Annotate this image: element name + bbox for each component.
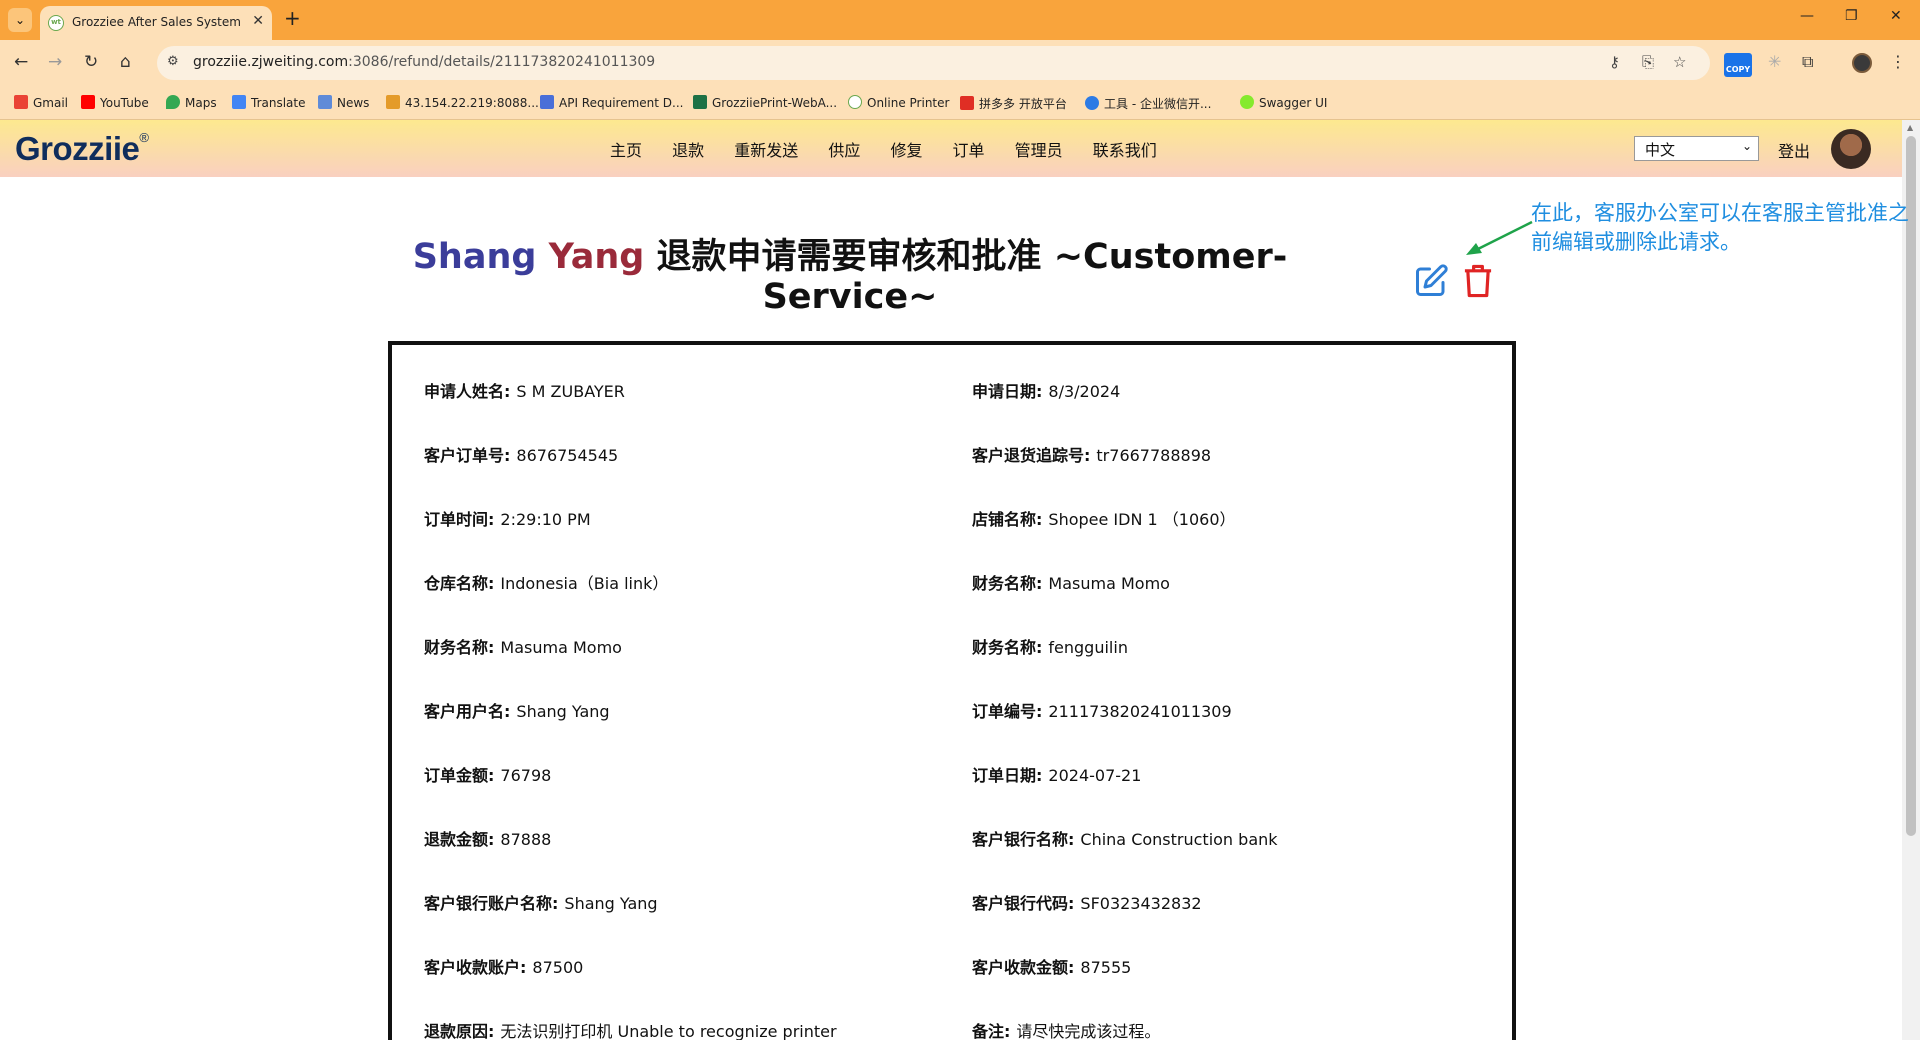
maps-icon — [166, 95, 180, 109]
pinduoduo-icon — [960, 96, 974, 110]
youtube-icon — [81, 95, 95, 109]
tab-close-icon[interactable]: ✕ — [252, 13, 264, 29]
detail-finance-name: 财务名称: Masuma Momo — [972, 574, 1170, 593]
chevron-down-icon: ⌄ — [1741, 139, 1752, 153]
detail-receiving-amount: 客户收款金额: 87555 — [972, 958, 1132, 977]
nav-item-orders[interactable]: 订单 — [953, 141, 985, 160]
extension-loading-icon[interactable]: ✳ — [1768, 52, 1781, 71]
url-text[interactable]: grozziie.zjweiting.com:3086/refund/detai… — [193, 54, 655, 70]
nav-item-admin[interactable]: 管理员 — [1015, 141, 1063, 160]
bookmark-star-icon[interactable]: ☆ — [1673, 53, 1686, 71]
detail-order-time: 订单时间: 2:29:10 PM — [424, 510, 591, 529]
news-icon — [318, 95, 332, 109]
home-icon[interactable]: ⌂ — [120, 52, 131, 72]
title-text: 退款申请需要审核和批准 ~Customer-Service~ — [656, 237, 1288, 317]
bookmark-grozziieprint[interactable]: GrozziiePrint-WebA... — [693, 95, 837, 110]
detail-shop-name: 店铺名称: Shopee IDN 1 （1060） — [972, 510, 1236, 529]
nav-item-repair[interactable]: 修复 — [890, 141, 922, 160]
nav-item-home[interactable]: 主页 — [610, 141, 642, 160]
detail-customer-order-no: 客户订单号: 8676754545 — [424, 446, 619, 465]
bookmarks-bar: Gmail YouTube Maps Translate News 43.154… — [0, 86, 1920, 120]
detail-application-date: 申请日期: 8/3/2024 — [972, 382, 1121, 401]
page-scrollbar[interactable]: ▲ — [1902, 120, 1920, 1040]
translate-icon — [232, 95, 246, 109]
trash-icon[interactable] — [1462, 263, 1494, 299]
annotation-arrow-icon — [1466, 220, 1533, 255]
swagger-icon — [1240, 95, 1254, 109]
detail-remark: 备注: 请尽快完成该过程。 — [972, 1022, 1161, 1040]
detail-order-amount: 订单金额: 76798 — [424, 766, 552, 785]
copy-extension-icon[interactable]: COPY — [1724, 53, 1752, 77]
applicant-first-name: Shang — [412, 237, 537, 277]
tab-favicon-icon: wt — [48, 15, 64, 31]
detail-refund-amount: 退款金额: 87888 — [424, 830, 552, 849]
printer-site-icon — [848, 95, 862, 109]
password-key-icon[interactable]: ⚷ — [1609, 53, 1620, 71]
excel-icon — [693, 95, 707, 109]
detail-return-tracking-no: 客户退货追踪号: tr7667788898 — [972, 446, 1212, 465]
scroll-up-icon[interactable]: ▲ — [1907, 123, 1913, 132]
extensions-puzzle-icon[interactable]: ⧉ — [1802, 52, 1813, 72]
language-select[interactable]: 中文 ⌄ — [1634, 136, 1759, 161]
bookmark-swagger[interactable]: Swagger UI — [1240, 95, 1327, 110]
annotation-note: 在此，客服办公室可以在客服主管批准之前编辑或删除此请求。 — [1531, 201, 1909, 254]
detail-order-date: 订单日期: 2024-07-21 — [972, 766, 1142, 785]
detail-customer-username: 客户用户名: Shang Yang — [424, 702, 610, 721]
window-close-icon[interactable]: ✕ — [1890, 8, 1902, 24]
tab-search-button[interactable]: ⌄ — [8, 8, 32, 32]
detail-bank-name: 客户银行名称: China Construction bank — [972, 830, 1278, 849]
browser-tab[interactable]: wt Grozziee After Sales System ✕ — [40, 6, 272, 40]
detail-bank-account-name: 客户银行账户名称: Shang Yang — [424, 894, 658, 913]
restore-icon[interactable]: ❐ — [1845, 8, 1858, 24]
bookmark-online-printer[interactable]: Online Printer — [848, 95, 949, 110]
gmail-icon — [14, 95, 28, 109]
brand-logo[interactable]: Grozziie® — [15, 130, 149, 168]
bookmark-news[interactable]: News — [318, 95, 369, 110]
main-nav: 主页 退款 重新发送 供应 修复 订单 管理员 联系我们 — [610, 137, 1182, 161]
page-title: Shang Yang 退款申请需要审核和批准 ~Customer-Service… — [400, 237, 1300, 317]
site-info-icon[interactable]: ⚙ — [167, 54, 179, 69]
detail-order-number: 订单编号: 211173820241011309 — [972, 702, 1232, 721]
bookmark-gmail[interactable]: Gmail — [14, 95, 68, 110]
browser-menu-icon[interactable]: ⋮ — [1890, 52, 1906, 71]
browser-tab-strip: ⌄ wt Grozziee After Sales System ✕ + — ❐… — [0, 0, 1920, 40]
detail-finance-name-3: 财务名称: fengguilin — [972, 638, 1128, 657]
detail-refund-reason: 退款原因: 无法识别打印机 Unable to recognize printer — [424, 1022, 837, 1040]
bookmark-pinduoduo[interactable]: 拼多多 开放平台 — [960, 95, 1067, 112]
bookmark-maps[interactable]: Maps — [166, 95, 217, 110]
back-icon[interactable]: ← — [14, 52, 28, 72]
detail-receiving-account: 客户收款账户: 87500 — [424, 958, 584, 977]
nav-item-supply[interactable]: 供应 — [828, 141, 860, 160]
browser-toolbar: ← → ↻ ⌂ ⚙ grozziie.zjweiting.com:3086/re… — [0, 40, 1920, 86]
nav-item-contact[interactable]: 联系我们 — [1093, 141, 1157, 160]
refund-details-card: 申请人姓名: S M ZUBAYER 申请日期: 8/3/2024 客户订单号: 86… — [388, 341, 1516, 1040]
wecom-icon — [1085, 96, 1099, 110]
doc-icon — [540, 95, 554, 109]
minimize-icon[interactable]: — — [1800, 8, 1814, 24]
app-header: Grozziie® 主页 退款 重新发送 供应 修复 订单 管理员 联系我们 中… — [0, 120, 1902, 177]
install-app-icon[interactable]: ⎘ — [1642, 53, 1654, 71]
bookmark-wecom[interactable]: 工具 - 企业微信开... — [1085, 95, 1211, 112]
logout-button[interactable]: 登出 — [1778, 138, 1810, 162]
reload-icon[interactable]: ↻ — [84, 52, 98, 72]
nav-item-resend[interactable]: 重新发送 — [734, 141, 798, 160]
edit-icon[interactable] — [1413, 263, 1449, 299]
detail-applicant-name: 申请人姓名: S M ZUBAYER — [424, 382, 625, 401]
address-bar[interactable]: ⚙ grozziie.zjweiting.com:3086/refund/det… — [157, 46, 1710, 80]
bookmark-api-doc[interactable]: API Requirement D... — [540, 95, 683, 110]
detail-finance-name-2: 财务名称: Masuma Momo — [424, 638, 622, 657]
forward-icon[interactable]: → — [48, 52, 62, 72]
detail-warehouse-name: 仓库名称: Indonesia（Bia link） — [424, 574, 669, 593]
applicant-last-name: Yang — [548, 237, 645, 277]
detail-bank-code: 客户银行代码: SF0323432832 — [972, 894, 1202, 913]
browser-profile-avatar[interactable] — [1852, 53, 1872, 73]
nav-item-refund[interactable]: 退款 — [672, 141, 704, 160]
bookmark-youtube[interactable]: YouTube — [81, 95, 149, 110]
chart-bars-icon — [386, 95, 400, 109]
bookmark-ip[interactable]: 43.154.22.219:8088... — [386, 95, 539, 110]
tab-title: Grozziee After Sales System — [72, 15, 241, 29]
user-avatar[interactable] — [1831, 129, 1871, 169]
new-tab-icon[interactable]: + — [284, 6, 301, 30]
bookmark-translate[interactable]: Translate — [232, 95, 306, 110]
